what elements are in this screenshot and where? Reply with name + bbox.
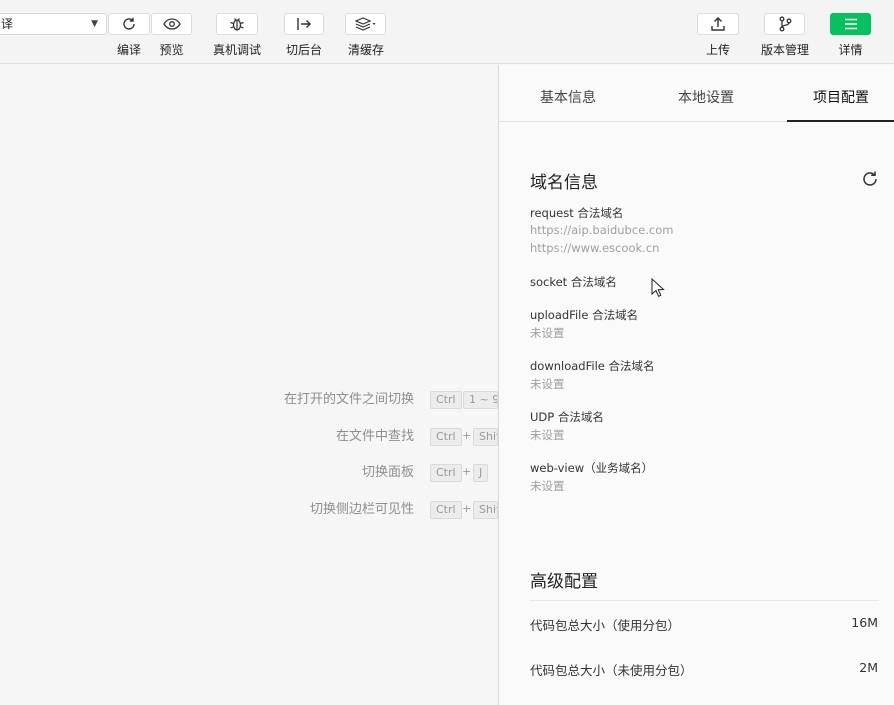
layers-icon [354, 17, 375, 31]
shortcut-key: Ctrl [430, 428, 462, 446]
domain-section-title: 域名信息 [530, 173, 598, 193]
clear-cache-button[interactable] [345, 13, 386, 35]
request-domain-value: https://www.escook.cn [530, 241, 660, 255]
compile-mode-select[interactable]: 译 ▼ [0, 13, 107, 35]
upload-button[interactable] [697, 13, 739, 35]
advanced-section-title: 高级配置 [530, 572, 598, 592]
caret-down-icon: ▼ [91, 19, 98, 29]
shortcut-key: 1 ~ 9 [463, 391, 498, 409]
shortcut-text: 切换侧边栏可见性 [309, 502, 414, 517]
details-panel: 基本信息 本地设置 项目配置 域名信息 request 合法域名 https:/… [498, 65, 894, 705]
refresh-icon[interactable] [861, 170, 879, 188]
real-device-debug-button[interactable] [216, 13, 258, 35]
preview-button[interactable] [151, 13, 192, 35]
switch-background-label: 切后台 [285, 43, 322, 57]
package-size-subpackage-label: 代码包总大小（使用分包） [530, 618, 681, 633]
udp-domain-label: UDP 合法域名 [530, 410, 604, 424]
real-device-debug-label: 真机调试 [212, 43, 261, 57]
shortcut-text: 在打开的文件之间切换 [283, 392, 414, 407]
uploadfile-domain-label: uploadFile 合法域名 [530, 308, 639, 322]
branch-icon [779, 16, 791, 32]
compile-button[interactable] [108, 13, 150, 35]
clear-cache-label: 清缓存 [347, 43, 384, 57]
toolbar: 译 ▼ 编译 预览 真机调试 切后台 清缓存 上传 版本管理 详情 [0, 0, 894, 64]
tab-local-settings[interactable]: 本地设置 [637, 65, 775, 122]
downloadfile-domain-value: 未设置 [530, 377, 565, 391]
shortcut-text: 在文件中查找 [335, 429, 414, 444]
plus-sign: + [462, 502, 472, 515]
package-size-no-subpackage-label: 代码包总大小（未使用分包） [530, 663, 693, 678]
shortcut-hint: 切换侧边栏可见性 Ctrl + Shift [0, 500, 498, 520]
tab-project-config[interactable]: 项目配置 [787, 65, 894, 122]
udp-domain-value: 未设置 [530, 428, 565, 442]
version-management-label: 版本管理 [760, 43, 809, 57]
upload-label: 上传 [705, 43, 730, 57]
socket-domain-label: socket 合法域名 [530, 275, 617, 289]
refresh-icon [123, 17, 135, 30]
package-size-no-subpackage-value: 2M [859, 660, 878, 675]
tab-basic-info[interactable]: 基本信息 [499, 65, 637, 122]
shortcut-key: J [473, 464, 489, 482]
details-tabs: 基本信息 本地设置 项目配置 [499, 65, 894, 122]
version-management-button[interactable] [764, 13, 805, 35]
shortcut-key: Ctrl [430, 501, 462, 519]
bug-icon [230, 18, 244, 31]
compile-mode-value: 译 [1, 17, 14, 31]
menu-icon [844, 18, 857, 30]
package-size-subpackage-value: 16M [851, 615, 878, 630]
switch-background-button[interactable] [284, 13, 324, 35]
eye-icon [162, 18, 181, 30]
shortcut-hint: 切换面板 Ctrl + J [0, 463, 498, 483]
upload-icon [711, 17, 725, 31]
preview-label: 预览 [159, 43, 184, 57]
shortcut-hint: 在文件中查找 Ctrl + Shift [0, 427, 498, 447]
shortcut-text: 切换面板 [361, 465, 414, 480]
shortcut-key: Ctrl [430, 464, 462, 482]
shortcut-hint: 在打开的文件之间切换 Ctrl 1 ~ 9 [0, 390, 498, 410]
downloadfile-domain-label: downloadFile 合法域名 [530, 359, 655, 373]
shortcut-key: Ctrl [430, 391, 462, 409]
request-domain-label: request 合法域名 [530, 206, 624, 220]
plus-sign: + [462, 465, 472, 478]
shortcut-key: Shift [473, 501, 498, 519]
switch-arrow-icon [297, 18, 311, 30]
details-button[interactable] [830, 13, 871, 35]
divider [530, 600, 879, 601]
plus-sign: + [462, 429, 472, 442]
request-domain-value: https://aip.baidubce.com [530, 223, 674, 237]
details-label: 详情 [838, 43, 863, 57]
uploadfile-domain-value: 未设置 [530, 326, 565, 340]
mouse-cursor-icon [651, 278, 665, 297]
shortcut-key: Shift [473, 428, 498, 446]
editor-area: 在打开的文件之间切换 Ctrl 1 ~ 9 在文件中查找 Ctrl + Shif… [0, 65, 498, 705]
webview-domain-value: 未设置 [530, 479, 565, 493]
compile-label: 编译 [116, 43, 141, 57]
webview-domain-label: web-view（业务域名） [530, 461, 654, 475]
